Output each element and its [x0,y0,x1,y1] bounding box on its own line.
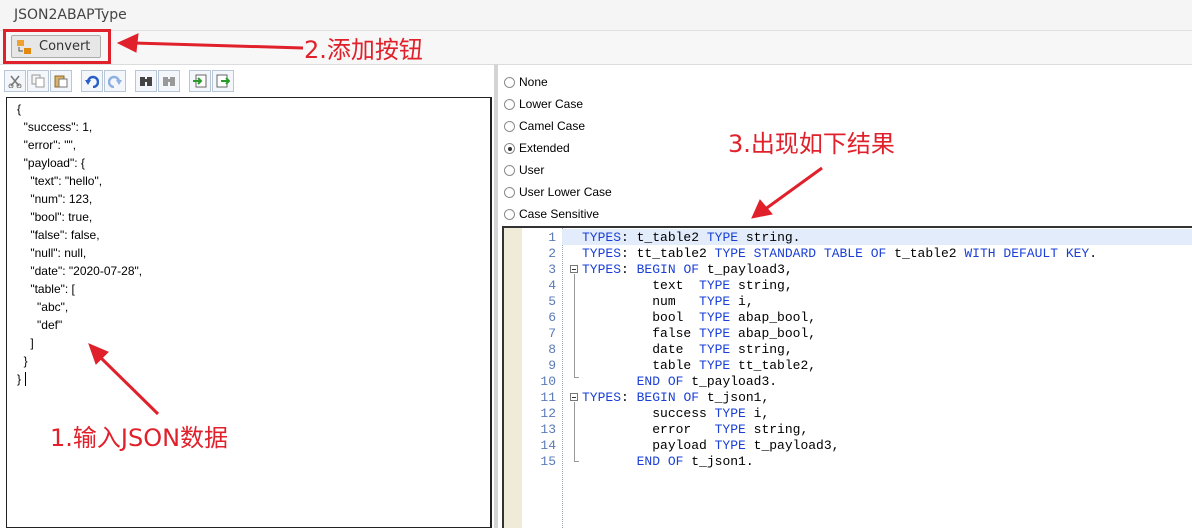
text-cursor [25,372,26,386]
annotation-highlight-box [3,29,111,64]
code-line: END OF t_json1. [636,454,754,469]
fold-toggle-icon[interactable] [570,265,578,273]
json-line: "bool": true, [17,210,93,224]
json-line: "payload": { [17,156,85,170]
radio-label: User [519,163,545,177]
line-number: 12 [540,406,556,421]
window-titlebar: JSON2ABAPType [0,0,1192,31]
line-number: 4 [548,278,556,293]
radio-label: Case Sensitive [519,207,600,221]
line-number: 8 [548,342,556,357]
line-number: 7 [548,326,556,341]
radio-label: User Lower Case [519,185,612,199]
code-line: false TYPE abap_bool, [582,326,817,341]
pane-splitter[interactable] [494,64,498,528]
line-number: 1 [548,230,556,245]
annotation-step3: 3.出现如下结果 [728,130,895,158]
code-line: payload TYPE t_payload3, [582,438,840,453]
abap-output-editor[interactable]: 1 2 3 4 5 6 7 8 9 10 11 12 13 14 15 TYPES: t_table2 TY… [502,226,1192,528]
fold-toggle-icon[interactable] [570,393,578,401]
annotation-step1: 1.输入JSON数据 [50,424,229,452]
code-line: num TYPE i, [582,294,754,309]
annotation-step2: 2.添加按钮 [304,36,423,64]
line-number: 10 [540,374,556,389]
fold-line [574,402,575,461]
radio-label: Camel Case [519,119,586,133]
window-title: JSON2ABAPType [14,7,127,23]
fold-end [574,377,579,378]
json-line: "error": "", [17,138,77,152]
json-line: "text": "hello", [17,174,103,188]
code-line: table TYPE tt_table2, [582,358,817,373]
code-line: bool TYPE abap_bool, [582,310,817,325]
radio-label: Extended [519,141,570,155]
json-line: ] [17,336,34,350]
fold-end [574,461,579,462]
code-line: success TYPE i, [582,406,770,421]
code-line: text TYPE string, [582,278,793,293]
code-line: END OF t_payload3. [636,374,778,389]
json-line: "date": "2020-07-28", [17,264,143,278]
json-line: "false": false, [17,228,100,242]
line-number: 14 [540,438,556,453]
replace-icon[interactable] [158,70,180,92]
json-line: } [17,372,22,386]
copy-icon[interactable] [27,70,49,92]
fold-line [574,274,575,377]
redo-icon[interactable] [104,70,126,92]
code-line: error TYPE string, [582,422,809,437]
radio-label: Lower Case [519,97,584,111]
line-number: 9 [548,358,556,373]
paste-icon[interactable] [50,70,72,92]
radio-label: None [519,75,548,89]
json-line: } [17,354,28,368]
code-line: TYPES: t_table2 TYPE string. [582,230,801,245]
app-toolbar [0,31,1192,65]
arrow-to-output [751,166,823,219]
code-line: TYPES: BEGIN OF t_payload3, [582,262,793,277]
json-line: "success": 1, [17,120,93,134]
json-line: "table": [ [17,282,75,296]
line-number: 5 [548,294,556,309]
code-line: TYPES: tt_table2 TYPE STANDARD TABLE OF … [582,246,1098,261]
json-line: "num": 123, [17,192,93,206]
import-icon[interactable] [189,70,211,92]
line-number: 3 [548,262,556,277]
find-icon[interactable] [135,70,157,92]
json-line: { [17,102,22,116]
code-line: TYPES: BEGIN OF t_json1, [582,390,770,405]
line-number: 13 [540,422,556,437]
code-line: date TYPE string, [582,342,793,357]
export-icon[interactable] [212,70,234,92]
line-number: 11 [540,390,556,405]
line-number: 6 [548,310,556,325]
json-line: "abc", [17,300,69,314]
json-line: "null": null, [17,246,87,260]
line-number: 2 [548,246,556,261]
json-input-editor[interactable]: { "success": 1, "error": "", "payload": … [6,97,492,528]
line-number: 15 [540,454,556,469]
undo-icon[interactable] [81,70,103,92]
json-line: "def" [17,318,63,332]
cut-icon[interactable] [4,70,26,92]
